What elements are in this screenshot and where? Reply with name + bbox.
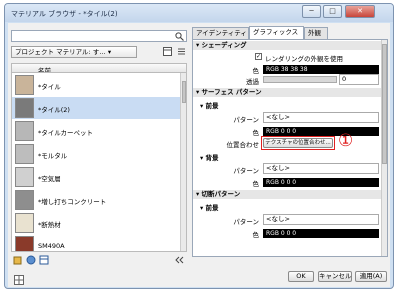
shading-color-label: 色 xyxy=(252,67,260,75)
texture-alignment-button[interactable]: テクスチャの位置合わせ... xyxy=(263,138,333,148)
material-list: SM490BSM490A*断熱材*増し打ちコンクリート*空気層*モルタル*タイル… xyxy=(11,72,187,252)
material-name: SM490A xyxy=(38,242,65,250)
maximize-button[interactable]: □ xyxy=(323,5,342,18)
create-material-icon[interactable] xyxy=(26,255,36,265)
list-item[interactable]: *断熱材 xyxy=(12,212,180,234)
material-name: *空気層 xyxy=(38,175,61,183)
properties-panel: アイデンティティ グラフィックス 外観 ▾ シェーディング ✓ レンダリングの外… xyxy=(192,26,388,282)
list-header[interactable]: 名前 xyxy=(11,63,187,75)
properties-scrollbar[interactable] xyxy=(381,40,387,256)
transparency-slider[interactable] xyxy=(263,76,337,83)
callout-number: ① xyxy=(338,131,354,151)
tab-graphics[interactable]: グラフィックス xyxy=(249,26,304,39)
section-surface-pattern[interactable]: ▾ サーフェス パターン xyxy=(193,88,381,97)
material-browser-window: マテリアル ブラウザ - *タイル(2) ─ □ ✕ プロジェクト マテリアル:… xyxy=(4,3,394,289)
project-materials-dropdown[interactable]: プロジェクト マテリアル: す… ▾ xyxy=(11,46,137,58)
list-item[interactable]: *増し打ちコンクリート xyxy=(12,189,180,211)
tab-appearance[interactable]: 外観 xyxy=(304,27,328,39)
transparency-label: 透過 xyxy=(246,78,259,86)
bottom-toolbar xyxy=(11,254,187,266)
list-item[interactable]: *モルタル xyxy=(12,143,180,165)
tab-identity[interactable]: アイデンティティ xyxy=(192,27,249,39)
search-input[interactable] xyxy=(11,30,187,42)
material-thumbnail xyxy=(15,144,34,164)
material-thumbnail xyxy=(15,98,34,118)
view-options-icon[interactable] xyxy=(163,47,172,56)
apply-button[interactable]: 適用(A) xyxy=(355,271,387,282)
material-list-panel: プロジェクト マテリアル: す… ▾ 名前 SM490BSM490A*断熱材*増… xyxy=(11,30,189,278)
material-name: *増し打ちコンクリート xyxy=(38,198,107,206)
material-browser-icon[interactable] xyxy=(14,275,24,285)
material-thumbnail xyxy=(15,75,34,95)
alignment-label: 位置合わせ xyxy=(226,141,260,149)
material-thumbnail xyxy=(15,213,34,233)
material-name: *モルタル xyxy=(38,152,68,160)
section-cut-pattern[interactable]: ▾ 切断パターン xyxy=(193,190,381,199)
material-name: *断熱材 xyxy=(38,221,61,229)
surface-fg-pattern-field[interactable]: <なし> xyxy=(263,112,379,123)
surface-foreground-header[interactable]: ▾ 前景 xyxy=(200,100,219,110)
cut-fg-pattern-label: パターン xyxy=(233,218,259,226)
section-shading[interactable]: ▾ シェーディング xyxy=(193,41,381,50)
list-item[interactable]: *タイル(2) xyxy=(12,97,180,119)
material-name: *タイル(2) xyxy=(38,106,70,114)
cut-foreground-header[interactable]: ▾ 前景 xyxy=(200,202,219,212)
editor-icon[interactable] xyxy=(39,255,49,265)
list-scrollbar[interactable] xyxy=(180,73,186,251)
material-thumbnail xyxy=(15,236,34,251)
shading-color-swatch[interactable]: RGB 38 38 38 xyxy=(263,65,379,74)
use-render-appearance-label: レンダリングの外観を使用 xyxy=(265,55,343,63)
transparency-value[interactable]: 0 xyxy=(339,74,379,85)
title-bar: マテリアル ブラウザ - *タイル(2) ─ □ ✕ xyxy=(5,4,393,22)
graphics-properties: ▾ シェーディング ✓ レンダリングの外観を使用 色 RGB 38 38 38 … xyxy=(192,39,388,257)
window-title: マテリアル ブラウザ - *タイル(2) xyxy=(11,10,118,18)
surface-bg-pattern-label: パターン xyxy=(233,167,259,175)
cut-fg-color-swatch[interactable]: RGB 0 0 0 xyxy=(263,229,379,238)
list-item[interactable]: *タイルカーペット xyxy=(12,120,180,142)
cut-fg-color-label: 色 xyxy=(252,231,260,239)
cut-fg-pattern-field[interactable]: <なし> xyxy=(263,214,379,225)
close-button[interactable]: ✕ xyxy=(345,5,375,18)
collapse-panel-icon[interactable] xyxy=(175,256,184,264)
material-thumbnail xyxy=(15,121,34,141)
material-thumbnail xyxy=(15,167,34,187)
surface-background-header[interactable]: ▾ 背景 xyxy=(200,152,219,162)
minimize-button[interactable]: ─ xyxy=(302,5,321,18)
list-item[interactable]: *空気層 xyxy=(12,166,180,188)
material-thumbnail xyxy=(15,190,34,210)
surface-bg-color-swatch[interactable]: RGB 0 0 0 xyxy=(263,178,379,187)
material-name: *タイル xyxy=(38,83,61,91)
list-view-icon[interactable] xyxy=(177,47,186,56)
surface-fg-color-swatch[interactable]: RGB 0 0 0 xyxy=(263,127,379,136)
cancel-button[interactable]: キャンセル xyxy=(318,271,352,282)
scrollbar-thumb[interactable] xyxy=(182,81,186,103)
library-icon[interactable] xyxy=(13,255,23,265)
surface-fg-color-label: 色 xyxy=(252,129,260,137)
properties-scrollbar-thumb[interactable] xyxy=(382,44,387,164)
surface-bg-color-label: 色 xyxy=(252,180,260,188)
list-item[interactable]: *タイル xyxy=(12,74,180,96)
surface-fg-pattern-label: パターン xyxy=(233,116,259,124)
use-render-appearance-checkbox[interactable]: ✓ xyxy=(255,53,262,60)
list-item[interactable]: SM490A xyxy=(12,235,180,251)
material-name: *タイルカーペット xyxy=(38,129,94,137)
ok-button[interactable]: OK xyxy=(288,271,314,282)
surface-bg-pattern-field[interactable]: <なし> xyxy=(263,163,379,174)
dialog-body: プロジェクト マテリアル: す… ▾ 名前 SM490BSM490A*断熱材*増… xyxy=(8,23,390,287)
search-icon xyxy=(175,32,184,41)
